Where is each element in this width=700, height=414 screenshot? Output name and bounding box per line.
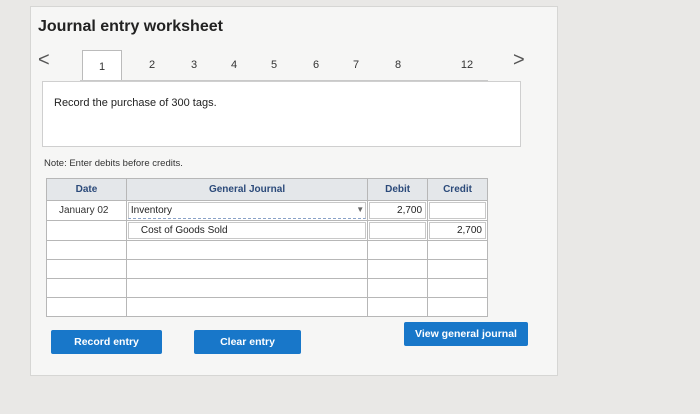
credit-cell[interactable] xyxy=(427,259,488,279)
credit-cell[interactable] xyxy=(427,240,488,260)
prompt-box: Record the purchase of 300 tags. xyxy=(42,81,521,147)
debit-input[interactable]: 2,700 xyxy=(369,202,427,219)
account-select[interactable]: Inventory xyxy=(127,202,367,219)
date-cell[interactable] xyxy=(46,297,127,317)
account-cell[interactable]: Inventory ▼ xyxy=(125,200,369,221)
clear-entry-button[interactable]: Clear entry xyxy=(194,330,301,354)
tab-4[interactable]: 4 xyxy=(222,50,246,80)
note-text: Note: Enter debits before credits. xyxy=(44,158,183,169)
tab-7[interactable]: 7 xyxy=(344,50,368,80)
credit-cell[interactable] xyxy=(427,278,488,298)
debit-input[interactable] xyxy=(369,222,427,239)
table-row: Cost of Goods Sold 2,700 xyxy=(46,220,488,241)
date-cell[interactable] xyxy=(46,278,127,298)
prompt-text: Record the purchase of 300 tags. xyxy=(54,97,217,109)
record-entry-button[interactable]: Record entry xyxy=(51,330,162,354)
header-debit: Debit xyxy=(367,178,429,201)
date-cell[interactable] xyxy=(46,240,127,260)
account-select[interactable]: Cost of Goods Sold xyxy=(127,222,367,239)
table-row xyxy=(46,240,488,260)
debit-cell[interactable] xyxy=(367,240,429,260)
date-cell[interactable] xyxy=(46,220,127,241)
debit-cell[interactable]: 2,700 xyxy=(367,200,429,221)
tab-3[interactable]: 3 xyxy=(182,50,206,80)
tab-1[interactable]: 1 xyxy=(82,50,122,82)
debit-cell[interactable] xyxy=(367,220,429,241)
tab-5[interactable]: 5 xyxy=(262,50,286,80)
chevron-down-icon[interactable]: ▼ xyxy=(355,204,365,216)
table-row: January 02 Inventory ▼ 2,700 xyxy=(46,200,488,221)
tab-12[interactable]: 12 xyxy=(452,50,482,80)
account-cell[interactable] xyxy=(125,297,369,317)
account-cell[interactable] xyxy=(125,259,369,279)
debit-cell[interactable] xyxy=(367,259,429,279)
table-row xyxy=(46,297,488,317)
header-date: Date xyxy=(46,178,127,201)
tab-6[interactable]: 6 xyxy=(304,50,328,80)
date-cell[interactable] xyxy=(46,259,127,279)
account-cell[interactable] xyxy=(125,278,369,298)
table-row xyxy=(46,259,488,279)
tab-strip: 1 2 3 4 5 6 7 8 12 xyxy=(42,50,502,82)
credit-input[interactable] xyxy=(429,202,486,219)
account-cell[interactable]: Cost of Goods Sold xyxy=(125,220,369,241)
table-row xyxy=(46,278,488,298)
header-credit: Credit xyxy=(427,178,488,201)
tab-8[interactable]: 8 xyxy=(386,50,410,80)
header-general-journal: General Journal xyxy=(125,178,369,201)
date-cell[interactable]: January 02 xyxy=(46,200,127,221)
view-general-journal-button[interactable]: View general journal xyxy=(404,322,528,346)
credit-cell[interactable] xyxy=(427,200,488,221)
account-cell[interactable] xyxy=(125,240,369,260)
journal-table: Date General Journal Debit Credit Januar… xyxy=(46,178,488,317)
tab-2[interactable]: 2 xyxy=(140,50,164,80)
credit-cell[interactable] xyxy=(427,297,488,317)
debit-cell[interactable] xyxy=(367,297,429,317)
worksheet-title: Journal entry worksheet xyxy=(38,18,223,35)
credit-input[interactable]: 2,700 xyxy=(429,222,486,239)
next-arrow-icon[interactable]: > xyxy=(513,49,525,72)
debit-cell[interactable] xyxy=(367,278,429,298)
credit-cell[interactable]: 2,700 xyxy=(427,220,488,241)
table-header-row: Date General Journal Debit Credit xyxy=(46,178,488,201)
